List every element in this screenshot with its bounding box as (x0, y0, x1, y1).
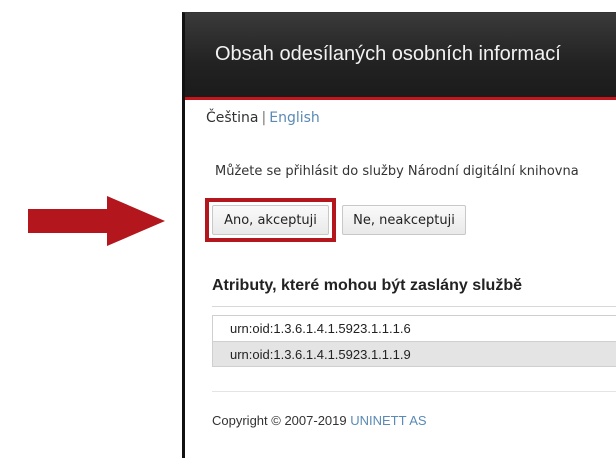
language-separator: | (261, 110, 267, 126)
accept-button[interactable]: Ano, akceptuji (212, 205, 329, 235)
attributes-heading: Atributy, které mohou být zaslány službě (212, 277, 522, 294)
language-switcher: Čeština | English (206, 110, 320, 126)
intro-text: Můžete se přihlásit do služby Národní di… (215, 164, 579, 179)
language-link-english[interactable]: English (269, 110, 320, 126)
language-current: Čeština (206, 110, 259, 126)
section-divider (212, 306, 616, 307)
decline-button[interactable]: Ne, neakceptuji (342, 205, 466, 235)
attribute-row: urn:oid:1.3.6.1.4.1.5923.1.1.1.6 (213, 315, 616, 341)
attributes-table: urn:oid:1.3.6.1.4.1.5923.1.1.1.6 urn:oid… (212, 315, 616, 367)
footer-divider (212, 391, 616, 392)
page-title: Obsah odesílaných osobních informací (215, 43, 561, 65)
footer: Copyright © 2007-2019 UNINETT AS (212, 413, 427, 428)
attribute-row: urn:oid:1.3.6.1.4.1.5923.1.1.1.9 (213, 341, 616, 367)
uninett-link[interactable]: UNINETT AS (350, 413, 426, 428)
copyright-text: Copyright © 2007-2019 (212, 413, 347, 428)
page-header: Obsah odesílaných osobních informací (185, 13, 616, 100)
